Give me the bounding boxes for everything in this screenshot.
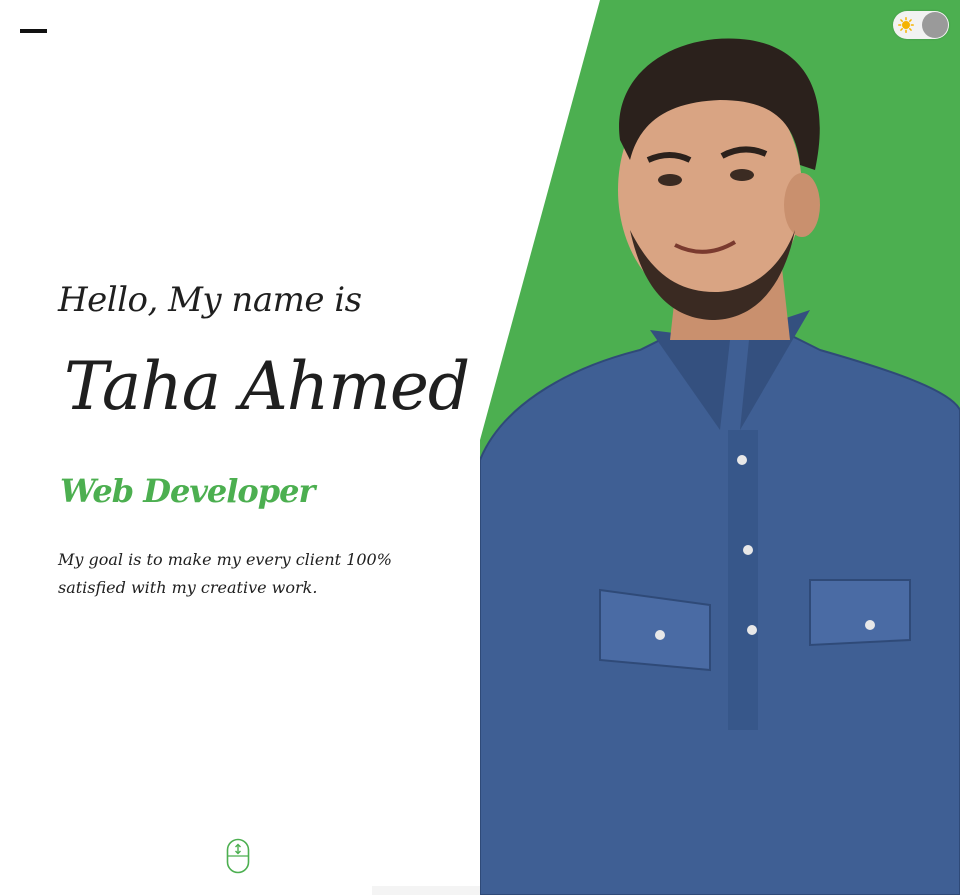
bottom-strip xyxy=(372,886,480,895)
greeting-text: Hello, My name is xyxy=(58,280,362,320)
theme-toggle[interactable] xyxy=(893,11,949,39)
hero-name: Taha Ahmed xyxy=(64,348,470,425)
hero-description: My goal is to make my every client 100% … xyxy=(58,550,392,597)
hamburger-menu-icon[interactable] xyxy=(20,29,47,33)
profile-photo xyxy=(480,38,960,895)
mouse-scroll-icon[interactable] xyxy=(226,838,250,874)
hero-role: Web Developer xyxy=(60,472,315,510)
sun-icon xyxy=(898,17,914,33)
toggle-knob xyxy=(922,12,948,38)
